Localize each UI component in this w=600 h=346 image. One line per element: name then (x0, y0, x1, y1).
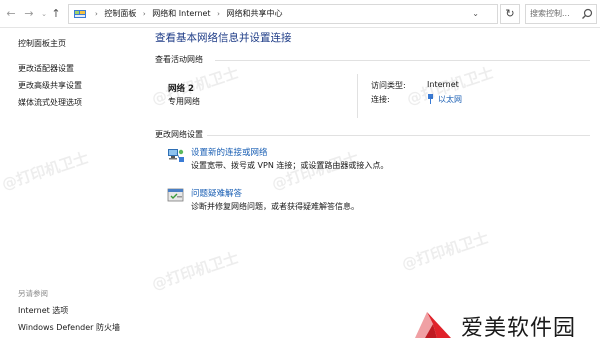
chevron-right-icon[interactable]: › (95, 10, 98, 18)
brand-logo-icon (415, 312, 451, 338)
sidebar-item-change-advanced-sharing[interactable]: 更改高级共享设置 (18, 80, 82, 91)
troubleshoot-link[interactable]: 问题疑难解答 (191, 187, 242, 199)
back-arrow-icon[interactable]: ← (4, 7, 18, 21)
chevron-right-icon[interactable]: › (217, 10, 220, 18)
control-panel-icon (74, 10, 86, 18)
breadcrumb-network-sharing-center[interactable]: 网络和共享中心 (226, 9, 282, 18)
sidebar-item-media-streaming[interactable]: 媒体流式处理选项 (18, 97, 82, 108)
refresh-button[interactable]: ↻ (500, 4, 520, 24)
task-setup-connection: 设置新的连接或网络 设置宽带、拨号或 VPN 连接；或设置路由器或接入点。 (167, 146, 597, 176)
search-icon (582, 8, 593, 19)
sidebar-item-control-panel-home[interactable]: 控制面板主页 (18, 38, 66, 49)
task-troubleshoot: 问题疑难解答 诊断并修复网络问题，或者获得疑难解答信息。 (167, 187, 597, 217)
search-input[interactable]: 搜索控制... (525, 4, 597, 24)
divider (207, 135, 590, 136)
brand-watermark: 爱美软件园 (413, 306, 593, 342)
address-bar: ← → ⌄ ↑ › 控制面板 › 网络和 Internet › 网络和共享中心 … (0, 0, 600, 28)
search-placeholder: 搜索控制... (530, 9, 570, 18)
breadcrumb: › 控制面板 › 网络和 Internet › 网络和共享中心 (91, 5, 282, 23)
sidebar-item-change-adapter-settings[interactable]: 更改适配器设置 (18, 63, 74, 74)
forward-arrow-icon[interactable]: → (22, 7, 36, 21)
page-title: 查看基本网络信息并设置连接 (155, 32, 292, 44)
see-also-heading: 另请参阅 (18, 289, 48, 298)
active-networks-heading: 查看活动网络 (155, 55, 203, 64)
network-setup-icon (168, 149, 184, 162)
chevron-right-icon[interactable]: › (143, 10, 146, 18)
change-settings-heading: 更改网络设置 (155, 130, 203, 139)
troubleshoot-icon (167, 188, 184, 202)
divider (215, 60, 590, 61)
see-also-windows-defender-firewall[interactable]: Windows Defender 防火墙 (18, 322, 120, 333)
see-also-internet-options[interactable]: Internet 选项 (18, 305, 68, 316)
refresh-icon: ↻ (505, 7, 515, 20)
connections-label: 连接: (371, 95, 390, 104)
brand-name: 爱美软件园 (461, 316, 577, 341)
path-box[interactable]: › 控制面板 › 网络和 Internet › 网络和共享中心 ⌄ (68, 4, 498, 24)
path-dropdown-icon[interactable]: ⌄ (472, 5, 479, 23)
breadcrumb-control-panel[interactable]: 控制面板 (104, 9, 136, 18)
setup-connection-link[interactable]: 设置新的连接或网络 (191, 146, 268, 158)
up-arrow-icon[interactable]: ↑ (49, 7, 63, 21)
breadcrumb-network-internet[interactable]: 网络和 Internet (152, 9, 210, 18)
troubleshoot-description: 诊断并修复网络问题，或者获得疑难解答信息。 (191, 202, 359, 211)
access-type-label: 访问类型: (371, 81, 406, 90)
divider (357, 74, 358, 118)
